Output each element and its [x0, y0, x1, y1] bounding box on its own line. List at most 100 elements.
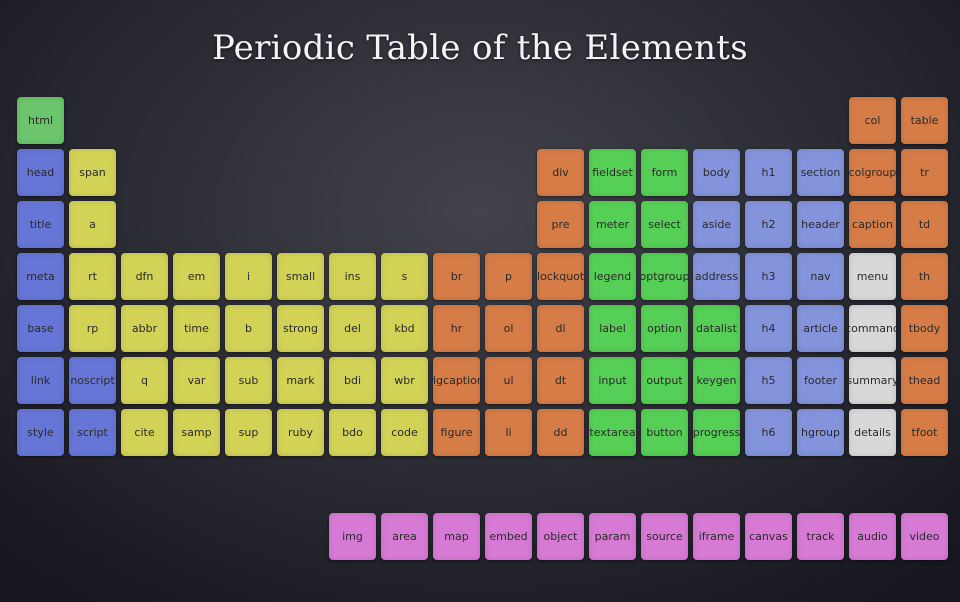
- element-tile-dl[interactable]: dl: [537, 305, 584, 352]
- element-tile-header[interactable]: header: [797, 201, 844, 248]
- element-tile-iframe[interactable]: iframe: [693, 513, 740, 560]
- element-tile-samp[interactable]: samp: [173, 409, 220, 456]
- element-tile-param[interactable]: param: [589, 513, 636, 560]
- element-tile-textarea[interactable]: textarea: [589, 409, 636, 456]
- element-tile-blockquote[interactable]: blockquote: [537, 253, 584, 300]
- element-tile-meter[interactable]: meter: [589, 201, 636, 248]
- element-tile-span[interactable]: span: [69, 149, 116, 196]
- element-tile-img[interactable]: img: [329, 513, 376, 560]
- element-tile-embed[interactable]: embed: [485, 513, 532, 560]
- element-tile-thead[interactable]: thead: [901, 357, 948, 404]
- element-tile-var[interactable]: var: [173, 357, 220, 404]
- element-tile-track[interactable]: track: [797, 513, 844, 560]
- element-tile-table[interactable]: table: [901, 97, 948, 144]
- element-tile-s[interactable]: s: [381, 253, 428, 300]
- element-tile-h6[interactable]: h6: [745, 409, 792, 456]
- element-tile-h3[interactable]: h3: [745, 253, 792, 300]
- element-tile-figure[interactable]: figure: [433, 409, 480, 456]
- element-tile-progress[interactable]: progress: [693, 409, 740, 456]
- element-tile-kbd[interactable]: kbd: [381, 305, 428, 352]
- element-tile-h2[interactable]: h2: [745, 201, 792, 248]
- element-tile-th[interactable]: th: [901, 253, 948, 300]
- element-tile-keygen[interactable]: keygen: [693, 357, 740, 404]
- element-tile-label[interactable]: label: [589, 305, 636, 352]
- element-tile-canvas[interactable]: canvas: [745, 513, 792, 560]
- element-tile-col[interactable]: col: [849, 97, 896, 144]
- element-tile-hgroup[interactable]: hgroup: [797, 409, 844, 456]
- element-tile-caption[interactable]: caption: [849, 201, 896, 248]
- element-tile-mark[interactable]: mark: [277, 357, 324, 404]
- element-tile-link[interactable]: link: [17, 357, 64, 404]
- element-tile-dfn[interactable]: dfn: [121, 253, 168, 300]
- element-tile-source[interactable]: source: [641, 513, 688, 560]
- element-tile-area[interactable]: area: [381, 513, 428, 560]
- element-tile-ul[interactable]: ul: [485, 357, 532, 404]
- element-tile-input[interactable]: input: [589, 357, 636, 404]
- element-tile-abbr[interactable]: abbr: [121, 305, 168, 352]
- element-tile-body[interactable]: body: [693, 149, 740, 196]
- element-tile-object[interactable]: object: [537, 513, 584, 560]
- element-tile-wbr[interactable]: wbr: [381, 357, 428, 404]
- element-tile-cite[interactable]: cite: [121, 409, 168, 456]
- element-tile-head[interactable]: head: [17, 149, 64, 196]
- element-tile-html[interactable]: html: [17, 97, 64, 144]
- element-tile-datalist[interactable]: datalist: [693, 305, 740, 352]
- element-tile-button[interactable]: button: [641, 409, 688, 456]
- element-tile-tr[interactable]: tr: [901, 149, 948, 196]
- element-tile-rt[interactable]: rt: [69, 253, 116, 300]
- element-tile-em[interactable]: em: [173, 253, 220, 300]
- element-tile-figcaption[interactable]: figcaption: [433, 357, 480, 404]
- element-tile-i[interactable]: i: [225, 253, 272, 300]
- element-tile-ruby[interactable]: ruby: [277, 409, 324, 456]
- element-tile-output[interactable]: output: [641, 357, 688, 404]
- element-tile-optgroup[interactable]: optgroup: [641, 253, 688, 300]
- element-tile-audio[interactable]: audio: [849, 513, 896, 560]
- element-tile-summary[interactable]: summary: [849, 357, 896, 404]
- element-tile-bdi[interactable]: bdi: [329, 357, 376, 404]
- element-tile-pre[interactable]: pre: [537, 201, 584, 248]
- element-tile-h4[interactable]: h4: [745, 305, 792, 352]
- element-tile-section[interactable]: section: [797, 149, 844, 196]
- element-tile-ins[interactable]: ins: [329, 253, 376, 300]
- element-tile-address[interactable]: address: [693, 253, 740, 300]
- element-tile-base[interactable]: base: [17, 305, 64, 352]
- element-tile-div[interactable]: div: [537, 149, 584, 196]
- element-tile-meta[interactable]: meta: [17, 253, 64, 300]
- element-tile-noscript[interactable]: noscript: [69, 357, 116, 404]
- element-tile-map[interactable]: map: [433, 513, 480, 560]
- element-tile-b[interactable]: b: [225, 305, 272, 352]
- element-tile-footer[interactable]: footer: [797, 357, 844, 404]
- element-tile-hr[interactable]: hr: [433, 305, 480, 352]
- element-tile-tbody[interactable]: tbody: [901, 305, 948, 352]
- element-tile-tfoot[interactable]: tfoot: [901, 409, 948, 456]
- element-tile-legend[interactable]: legend: [589, 253, 636, 300]
- element-tile-h5[interactable]: h5: [745, 357, 792, 404]
- element-tile-colgroup[interactable]: colgroup: [849, 149, 896, 196]
- element-tile-rp[interactable]: rp: [69, 305, 116, 352]
- element-tile-li[interactable]: li: [485, 409, 532, 456]
- element-tile-ol[interactable]: ol: [485, 305, 532, 352]
- element-tile-h1[interactable]: h1: [745, 149, 792, 196]
- element-tile-details[interactable]: details: [849, 409, 896, 456]
- element-tile-menu[interactable]: menu: [849, 253, 896, 300]
- element-tile-sup[interactable]: sup: [225, 409, 272, 456]
- element-tile-time[interactable]: time: [173, 305, 220, 352]
- element-tile-small[interactable]: small: [277, 253, 324, 300]
- element-tile-select[interactable]: select: [641, 201, 688, 248]
- element-tile-nav[interactable]: nav: [797, 253, 844, 300]
- element-tile-aside[interactable]: aside: [693, 201, 740, 248]
- element-tile-article[interactable]: article: [797, 305, 844, 352]
- element-tile-title[interactable]: title: [17, 201, 64, 248]
- element-tile-code[interactable]: code: [381, 409, 428, 456]
- element-tile-form[interactable]: form: [641, 149, 688, 196]
- element-tile-q[interactable]: q: [121, 357, 168, 404]
- element-tile-sub[interactable]: sub: [225, 357, 272, 404]
- element-tile-p[interactable]: p: [485, 253, 532, 300]
- element-tile-a[interactable]: a: [69, 201, 116, 248]
- element-tile-video[interactable]: video: [901, 513, 948, 560]
- element-tile-option[interactable]: option: [641, 305, 688, 352]
- element-tile-del[interactable]: del: [329, 305, 376, 352]
- element-tile-td[interactable]: td: [901, 201, 948, 248]
- element-tile-bdo[interactable]: bdo: [329, 409, 376, 456]
- element-tile-dd[interactable]: dd: [537, 409, 584, 456]
